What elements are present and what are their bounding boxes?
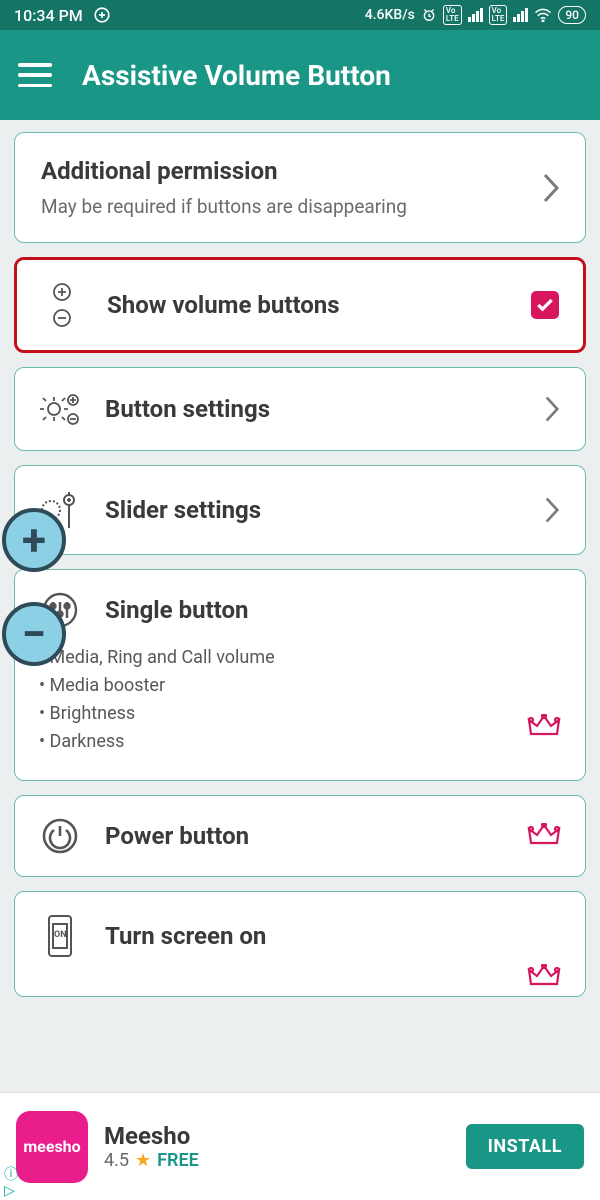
card-title: Turn screen on [105, 922, 266, 950]
volte-icon-2: VoLTE [489, 5, 508, 25]
alarm-icon [421, 7, 437, 23]
card-button-settings[interactable]: Button settings [14, 367, 586, 451]
bullet-list: Media, Ring and Call volume Media booste… [39, 644, 563, 756]
ad-banner[interactable]: ⓘ ▷ meesho Meesho 4.5 ★ FREE INSTALL [0, 1092, 600, 1200]
bullet-item: Darkness [39, 728, 563, 756]
signal-icon-2 [513, 8, 528, 22]
chevron-right-icon [543, 495, 561, 525]
card-title: Power button [105, 822, 249, 850]
plus-circle-icon [93, 6, 111, 24]
signal-icon-1 [468, 8, 483, 22]
wifi-icon [534, 8, 552, 22]
bullet-item: Brightness [39, 700, 563, 728]
star-icon: ★ [135, 1150, 151, 1171]
install-button[interactable]: INSTALL [466, 1124, 584, 1169]
status-bar: 10:34 PM 4.6KB/s VoLTE VoLTE 90 [0, 0, 600, 30]
crown-icon [527, 714, 561, 740]
content-area: Additional permission May be required if… [0, 120, 600, 997]
ad-info-icons[interactable]: ⓘ ▷ [4, 1168, 18, 1198]
card-title: Single button [105, 596, 248, 624]
battery-indicator: 90 [558, 6, 586, 24]
card-single-button[interactable]: Single button Media, Ring and Call volum… [14, 569, 586, 781]
crown-icon [527, 823, 561, 849]
card-title: Slider settings [105, 496, 261, 524]
close-ad-icon[interactable]: ▷ [4, 1184, 18, 1198]
checkbox-checked[interactable] [531, 291, 559, 319]
gear-plus-minus-icon [37, 388, 83, 430]
app-title: Assistive Volume Button [82, 59, 391, 92]
app-bar: Assistive Volume Button [0, 30, 600, 120]
card-subtitle: May be required if buttons are disappear… [41, 195, 559, 218]
plus-minus-icon [39, 280, 85, 330]
floating-volume-down[interactable]: − [2, 602, 66, 666]
card-additional-permission[interactable]: Additional permission May be required if… [14, 132, 586, 243]
card-slider-settings[interactable]: Slider settings [14, 465, 586, 555]
chevron-right-icon [543, 394, 561, 424]
card-power-button[interactable]: Power button [14, 795, 586, 877]
ad-rating: 4.5 [104, 1150, 129, 1171]
ad-subline: 4.5 ★ FREE [104, 1150, 450, 1171]
menu-icon[interactable] [18, 63, 52, 87]
net-speed: 4.6KB/s [365, 7, 415, 23]
chevron-right-icon [541, 171, 561, 205]
svg-text:ON: ON [54, 930, 67, 940]
crown-icon [527, 964, 561, 990]
info-icon[interactable]: ⓘ [4, 1168, 18, 1182]
clock: 10:34 PM [14, 6, 83, 25]
bullet-item: Media booster [39, 672, 563, 700]
ad-free-label: FREE [157, 1150, 199, 1171]
floating-volume-up[interactable]: + [2, 508, 66, 572]
ad-app-icon: meesho [16, 1111, 88, 1183]
ad-title: Meesho [104, 1122, 450, 1150]
bullet-item: Media, Ring and Call volume [39, 644, 563, 672]
power-icon [37, 816, 83, 856]
card-title: Show volume buttons [107, 291, 340, 319]
card-turn-screen-on[interactable]: ON Turn screen on [14, 891, 586, 997]
phone-on-icon: ON [37, 912, 83, 960]
card-title: Additional permission [41, 157, 559, 185]
card-show-volume-buttons[interactable]: Show volume buttons [14, 257, 586, 353]
volte-icon-1: VoLTE [443, 5, 462, 25]
card-title: Button settings [105, 395, 270, 423]
